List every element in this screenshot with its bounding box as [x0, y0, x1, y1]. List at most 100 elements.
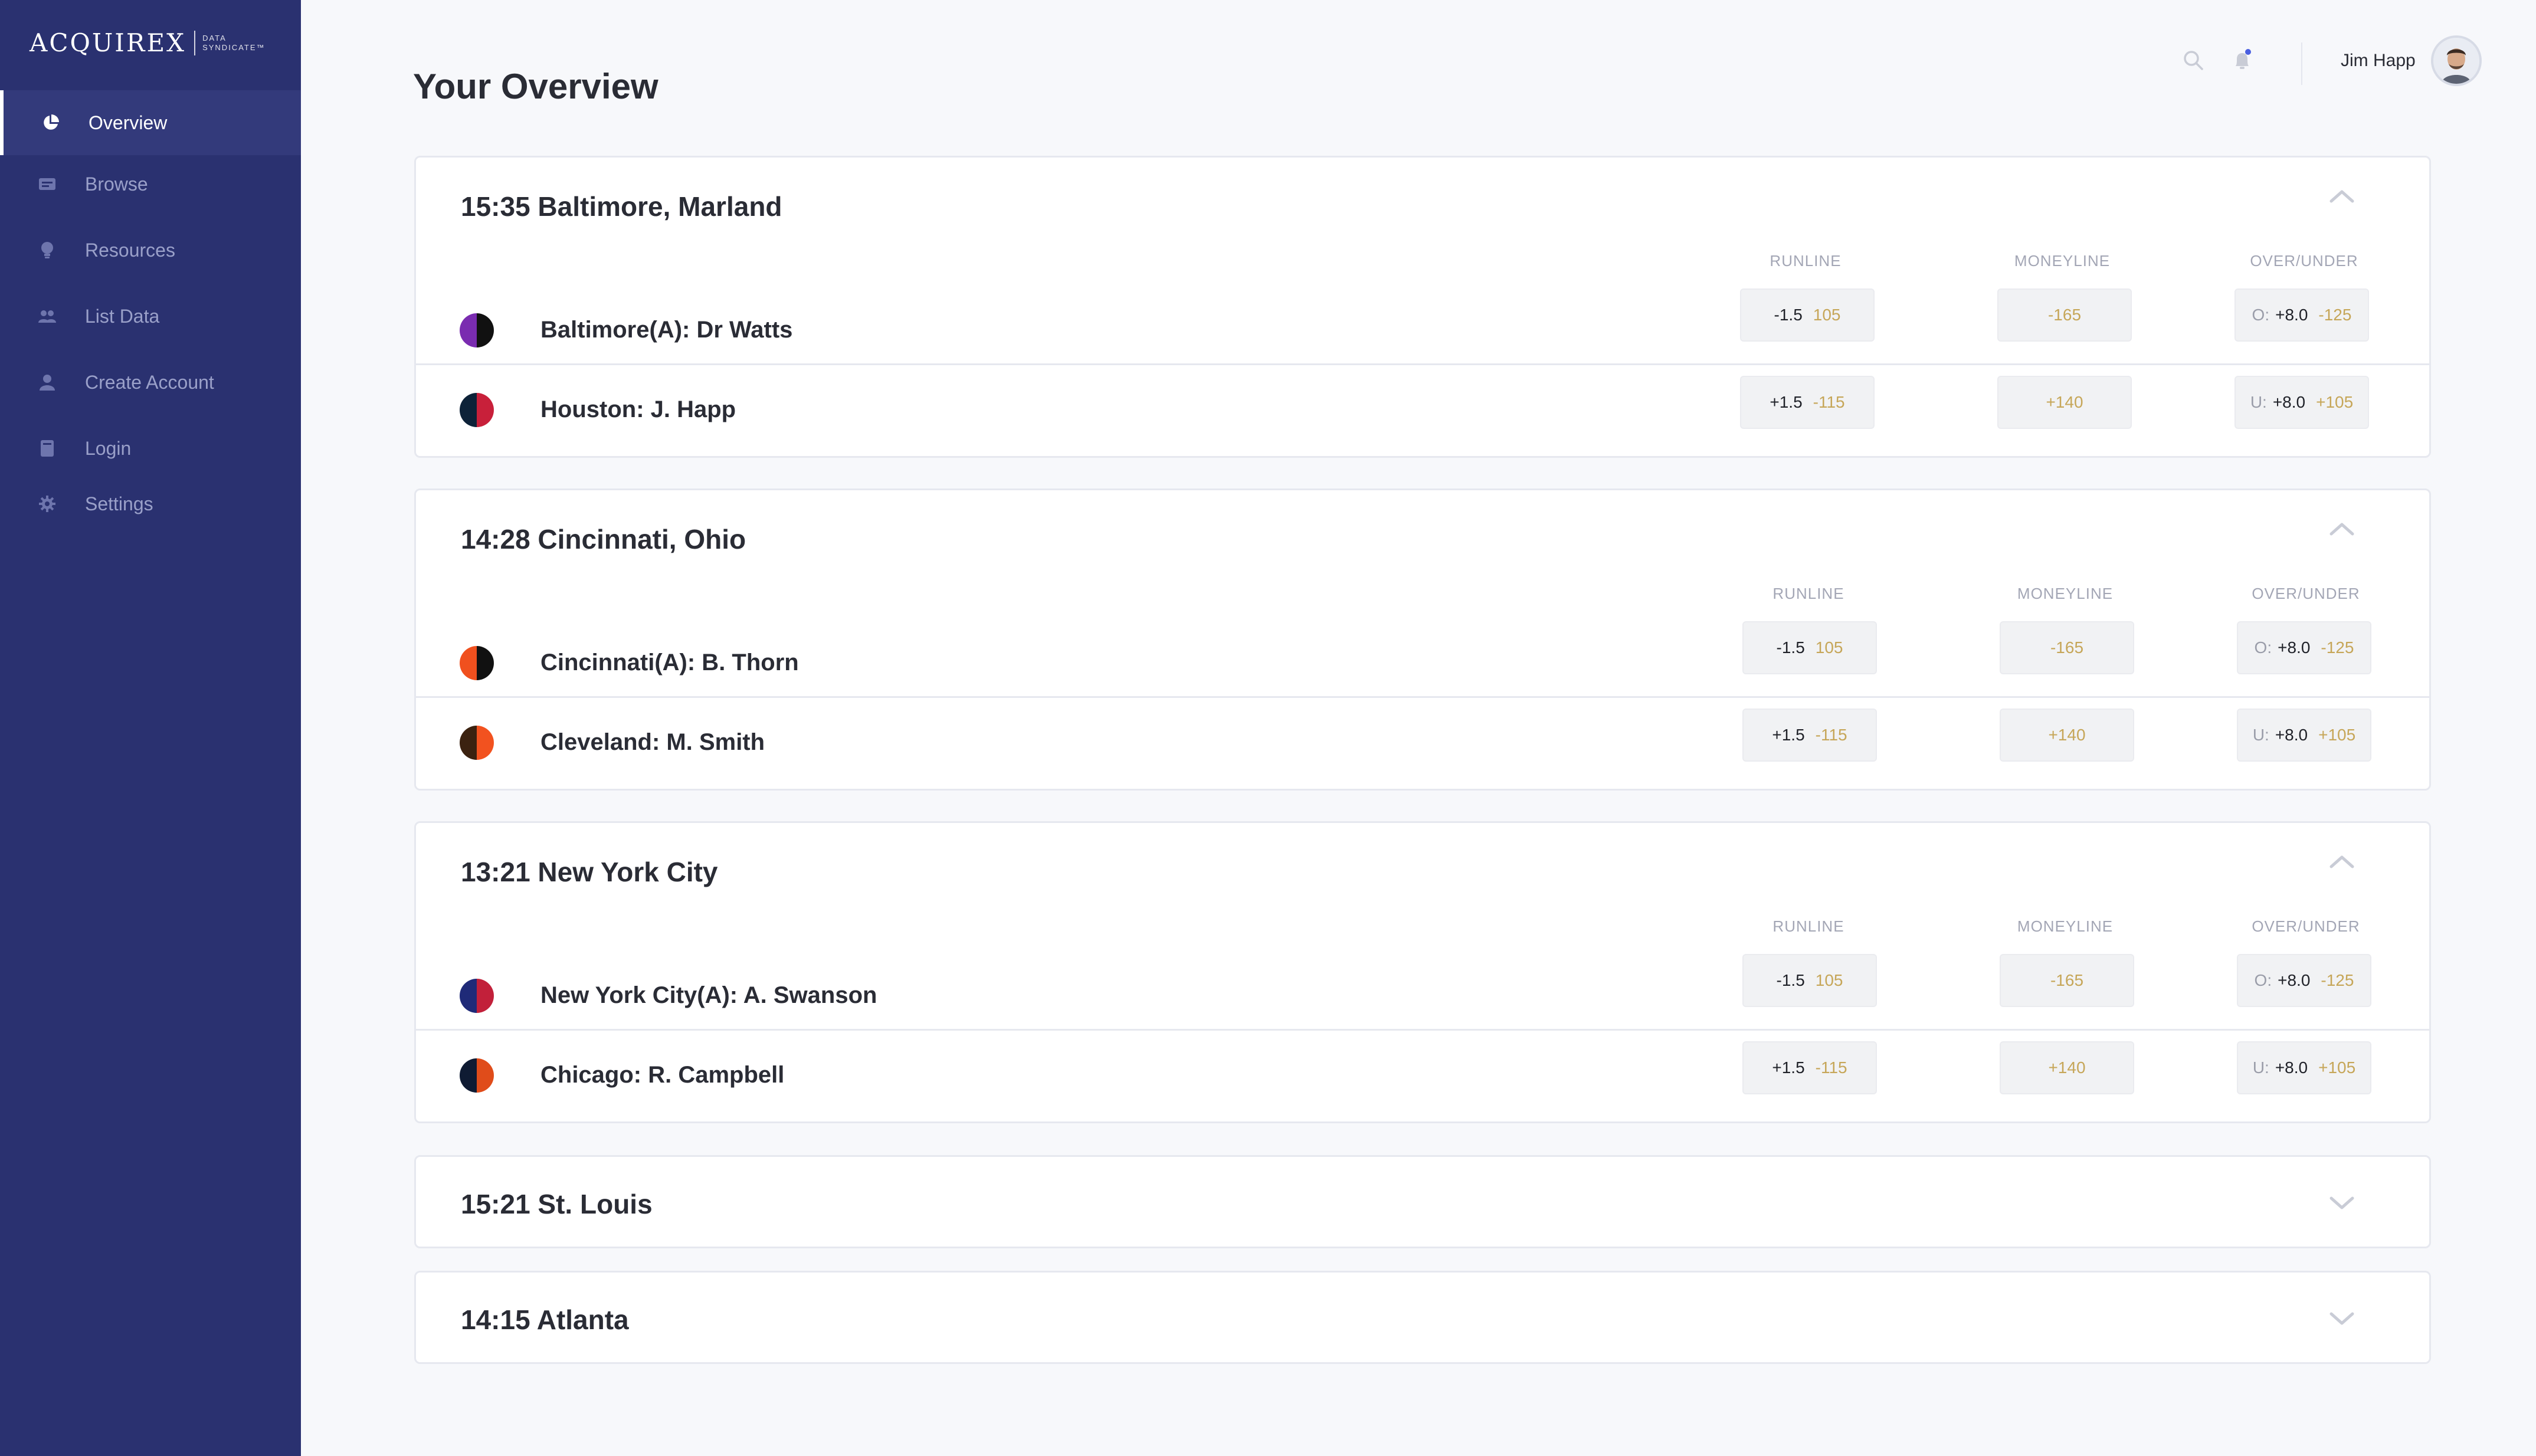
over-under-price: -125 [2321, 638, 2354, 657]
sidebar-item-label: Resources [85, 239, 175, 261]
over-under-prefix: U: [2252, 726, 2269, 744]
moneyline-odds-button[interactable]: +140 [2000, 709, 2134, 762]
runline-odds-button[interactable]: +1.5 -115 [1742, 1041, 1877, 1094]
runline-price: 105 [1815, 971, 1843, 989]
moneyline-value: -165 [2047, 306, 2082, 324]
team-logo [460, 393, 494, 427]
chevron-up-icon[interactable] [2329, 521, 2355, 536]
moneyline-odds-button[interactable]: -165 [1997, 288, 2132, 342]
over-under-odds-button[interactable]: O: +8.0 -125 [2234, 288, 2369, 342]
over-under-prefix: O: [2254, 638, 2272, 657]
game-title[interactable]: 15:35 Baltimore, Marland [461, 191, 782, 222]
over-under-price: +105 [2316, 393, 2354, 411]
team-row: Cleveland: M. Smith +1.5 -115 +140 U: +8… [416, 700, 2429, 782]
over-under-odds-button[interactable]: O: +8.0 -125 [2237, 954, 2371, 1007]
game-title[interactable]: 15:21 St. Louis [461, 1188, 653, 1220]
moneyline-value: +140 [2048, 1058, 2086, 1077]
over-under-value: +8.0 [2272, 393, 2306, 411]
chevron-down-icon[interactable] [2329, 1196, 2355, 1211]
sidebar-item-settings[interactable]: Settings [0, 471, 301, 536]
bell-icon[interactable] [2230, 48, 2255, 73]
sidebar-item-resources[interactable]: Resources [0, 218, 301, 283]
brand-subtitle-line2: SYNDICATE™ [202, 42, 266, 52]
team-name: Cleveland: M. Smith [540, 729, 765, 755]
brand-logo[interactable]: ACQUIREX DATA SYNDICATE™ [30, 28, 266, 57]
team-row: Houston: J. Happ +1.5 -115 +140 U: +8.0 … [416, 367, 2429, 450]
sidebar-item-overview[interactable]: Overview [0, 90, 301, 155]
header-divider [2301, 42, 2302, 85]
runline-value: -1.5 [1776, 971, 1805, 989]
over-under-prefix: U: [2250, 393, 2267, 411]
sidebar-item-create-account[interactable]: Create Account [0, 350, 301, 415]
team-logo [460, 726, 494, 760]
runline-price: -115 [1815, 726, 1847, 744]
game-title[interactable]: 13:21 New York City [461, 856, 718, 888]
moneyline-value: -165 [2050, 971, 2084, 989]
runline-price: 105 [1813, 306, 1841, 324]
lightbulb-icon [38, 241, 57, 260]
moneyline-value: +140 [2046, 393, 2083, 411]
runline-odds-button[interactable]: -1.5 105 [1742, 621, 1877, 674]
over-under-value: +8.0 [2278, 638, 2311, 657]
team-name: New York City(A): A. Swanson [540, 982, 877, 1008]
team-row: Cincinnati(A): B. Thorn -1.5 105 -165 O:… [416, 615, 2429, 698]
sidebar-item-label: Overview [89, 112, 168, 133]
runline-odds-button[interactable]: -1.5 105 [1740, 288, 1875, 342]
user-name[interactable]: Jim Happ [2341, 51, 2416, 71]
team-row: Baltimore(A): Dr Watts -1.5 105 -165 O: … [416, 283, 2429, 365]
over-under-price: +105 [2318, 1058, 2356, 1077]
column-header-runline: RUNLINE [1772, 917, 1844, 935]
brand-subtitle-line1: DATA [202, 33, 227, 42]
moneyline-odds-button[interactable]: -165 [2000, 954, 2134, 1007]
runline-odds-button[interactable]: +1.5 -115 [1740, 376, 1875, 429]
sidebar-item-list-data[interactable]: List Data [0, 284, 301, 349]
moneyline-odds-button[interactable]: +140 [1997, 376, 2132, 429]
brand-divider [194, 30, 196, 55]
column-header-runline: RUNLINE [1772, 585, 1844, 602]
over-under-price: -125 [2318, 306, 2352, 324]
chevron-up-icon[interactable] [2329, 854, 2355, 869]
moneyline-value: -165 [2050, 638, 2084, 657]
over-under-prefix: O: [2252, 306, 2270, 324]
over-under-price: -125 [2321, 971, 2354, 989]
moneyline-odds-button[interactable]: +140 [2000, 1041, 2134, 1094]
runline-odds-button[interactable]: +1.5 -115 [1742, 709, 1877, 762]
brand-name: ACQUIREX [30, 28, 186, 57]
column-header-moneyline: MONEYLINE [2017, 917, 2114, 935]
over-under-odds-button[interactable]: U: +8.0 +105 [2237, 709, 2371, 762]
game-card-collapsed[interactable]: 14:15 Atlanta [414, 1271, 2431, 1364]
avatar[interactable] [2431, 35, 2482, 86]
over-under-prefix: O: [2254, 971, 2272, 989]
team-name: Cincinnati(A): B. Thorn [540, 650, 799, 675]
notification-dot [2245, 49, 2251, 55]
sidebar: ACQUIREX DATA SYNDICATE™ Overview Browse… [0, 0, 301, 1456]
search-icon[interactable] [2181, 48, 2206, 73]
team-row: New York City(A): A. Swanson -1.5 105 -1… [416, 948, 2429, 1031]
over-under-odds-button[interactable]: O: +8.0 -125 [2237, 621, 2371, 674]
over-under-price: +105 [2318, 726, 2356, 744]
runline-odds-button[interactable]: -1.5 105 [1742, 954, 1877, 1007]
moneyline-odds-button[interactable]: -165 [2000, 621, 2134, 674]
user-icon [38, 373, 57, 392]
chevron-down-icon[interactable] [2329, 1311, 2355, 1327]
game-card-collapsed[interactable]: 15:21 St. Louis [414, 1155, 2431, 1248]
brand-subtitle: DATA SYNDICATE™ [202, 34, 265, 53]
chevron-up-icon[interactable] [2329, 188, 2355, 204]
sidebar-item-browse[interactable]: Browse [0, 152, 301, 217]
runline-value: +1.5 [1772, 726, 1805, 744]
over-under-value: +8.0 [2278, 971, 2311, 989]
column-header-over-under: OVER/UNDER [2252, 585, 2360, 602]
over-under-odds-button[interactable]: U: +8.0 +105 [2237, 1041, 2371, 1094]
game-card: 15:35 Baltimore, Marland RUNLINE MONEYLI… [414, 156, 2431, 458]
runline-value: -1.5 [1774, 306, 1803, 324]
column-header-over-under: OVER/UNDER [2250, 252, 2358, 270]
column-header-moneyline: MONEYLINE [2014, 252, 2111, 270]
over-under-odds-button[interactable]: U: +8.0 +105 [2234, 376, 2369, 429]
users-icon [38, 307, 57, 326]
game-title[interactable]: 14:15 Atlanta [461, 1304, 629, 1336]
browse-icon [38, 175, 57, 194]
game-title[interactable]: 14:28 Cincinnati, Ohio [461, 523, 746, 555]
game-card: 14:28 Cincinnati, Ohio RUNLINE MONEYLINE… [414, 488, 2431, 791]
team-logo [460, 646, 494, 680]
runline-value: +1.5 [1772, 1058, 1805, 1077]
